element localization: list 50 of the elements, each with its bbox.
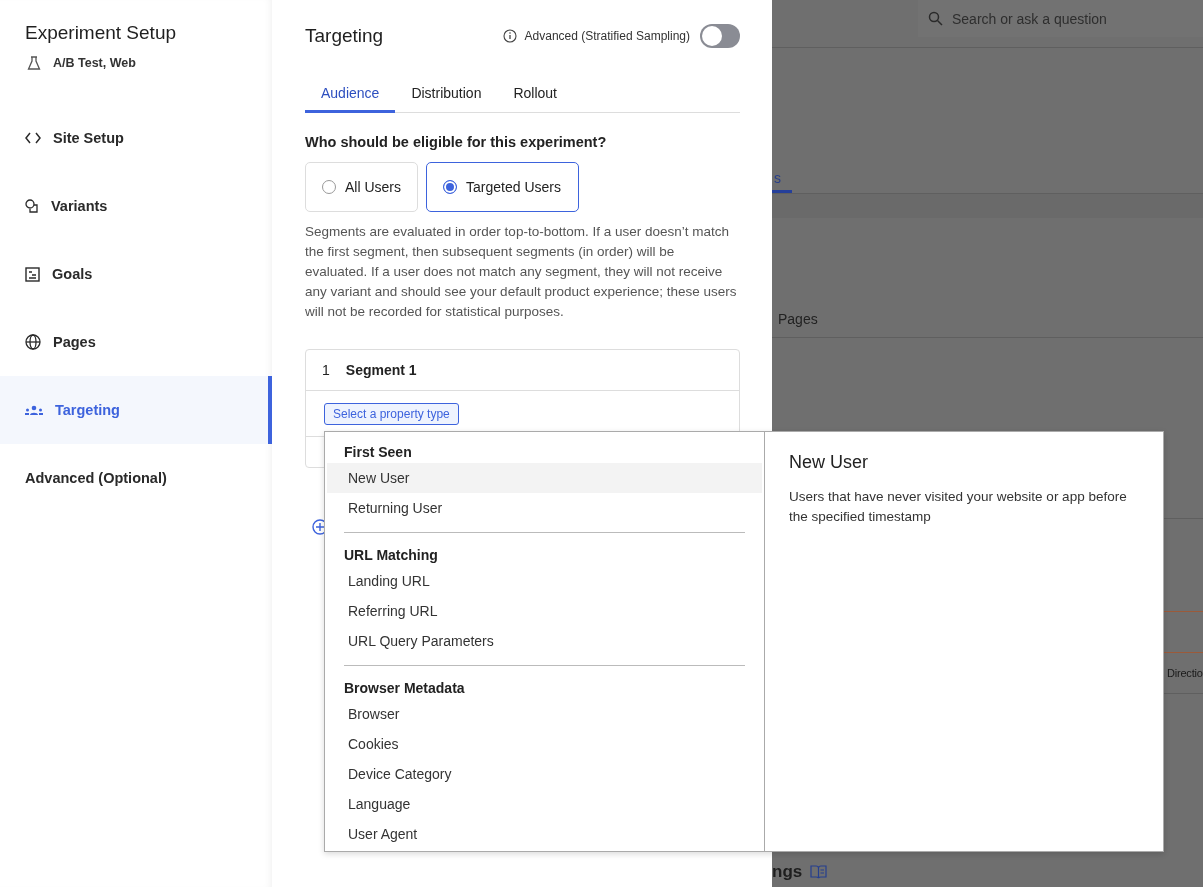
globe-icon (25, 334, 41, 350)
panel-title: Targeting (305, 25, 384, 47)
dropdown-item[interactable]: Language (327, 789, 762, 819)
detail-text: Users that have never visited your website or app before the specified timestamp (789, 488, 1128, 526)
description-text: Segments are evaluated in order top-to-bottom. If a user doesn’t match the first segment, then subsequent segments (in order) will be evaluated. If a user does not match any segment, they will not receive any variant and should see your default product experience; these users will not be recorded for statistical purposes. (305, 223, 738, 321)
segment-number: 1 (322, 362, 330, 378)
dropdown-item[interactable]: Browser (327, 699, 762, 729)
dropdown-item[interactable]: URL Query Parameters (327, 626, 762, 656)
tab[interactable]: Rollout (497, 78, 573, 113)
radio-option[interactable]: All Users (305, 162, 418, 212)
dropdown-item[interactable]: User Agent (327, 819, 762, 849)
sidebar-item[interactable]: Variants (0, 172, 272, 240)
toggle-switch[interactable] (700, 24, 740, 48)
shapes-icon (25, 199, 39, 213)
book-icon (810, 865, 828, 879)
tab[interactable]: Distribution (395, 78, 498, 113)
property-type-button[interactable]: Select a property type (324, 402, 459, 425)
flask-icon (27, 56, 41, 70)
question-text: Who should be eligible for this experiment? (305, 134, 608, 150)
column-header: Pages (778, 311, 818, 327)
people-icon (25, 404, 43, 416)
segment-name: Segment 1 (345, 362, 417, 378)
dropdown-item[interactable]: Device Category (327, 759, 762, 789)
detail-title: New User (789, 452, 869, 473)
sidebar-title: Experiment Setup (25, 22, 178, 44)
group-heading: First Seen (343, 443, 413, 462)
sidebar-item[interactable]: Pages (0, 308, 272, 376)
info-icon (502, 29, 517, 43)
dropdown-item[interactable]: Returning User (327, 493, 762, 523)
radio-button[interactable] (322, 180, 336, 194)
sidebar-item[interactable]: Advanced (Optional) (0, 444, 272, 512)
radio-option[interactable]: Targeted Users (426, 162, 579, 212)
tab[interactable]: Audience (305, 78, 396, 113)
dropdown-item[interactable]: New User (327, 463, 762, 493)
document-icon (25, 266, 40, 282)
group-heading: Browser Metadata (343, 679, 466, 698)
group-heading: URL Matching (343, 546, 439, 565)
search-placeholder: Search or ask a question (952, 10, 1107, 27)
section-heading: ngs (772, 862, 803, 882)
code-icon (25, 132, 41, 144)
sidebar-item[interactable]: Site Setup (0, 104, 272, 172)
experiment-type: A/B Test, Web (53, 56, 136, 70)
toggle-label: Advanced (Stratified Sampling) (524, 29, 690, 43)
sidebar-item[interactable]: Goals (0, 240, 272, 308)
dropdown-item[interactable]: Cookies (327, 729, 762, 759)
dropdown-item[interactable]: Referring URL (327, 596, 762, 626)
sidebar-item[interactable]: Targeting (0, 376, 272, 444)
dropdown-item[interactable]: Landing URL (327, 566, 762, 596)
radio-button[interactable] (443, 180, 457, 194)
search-icon (928, 11, 943, 26)
